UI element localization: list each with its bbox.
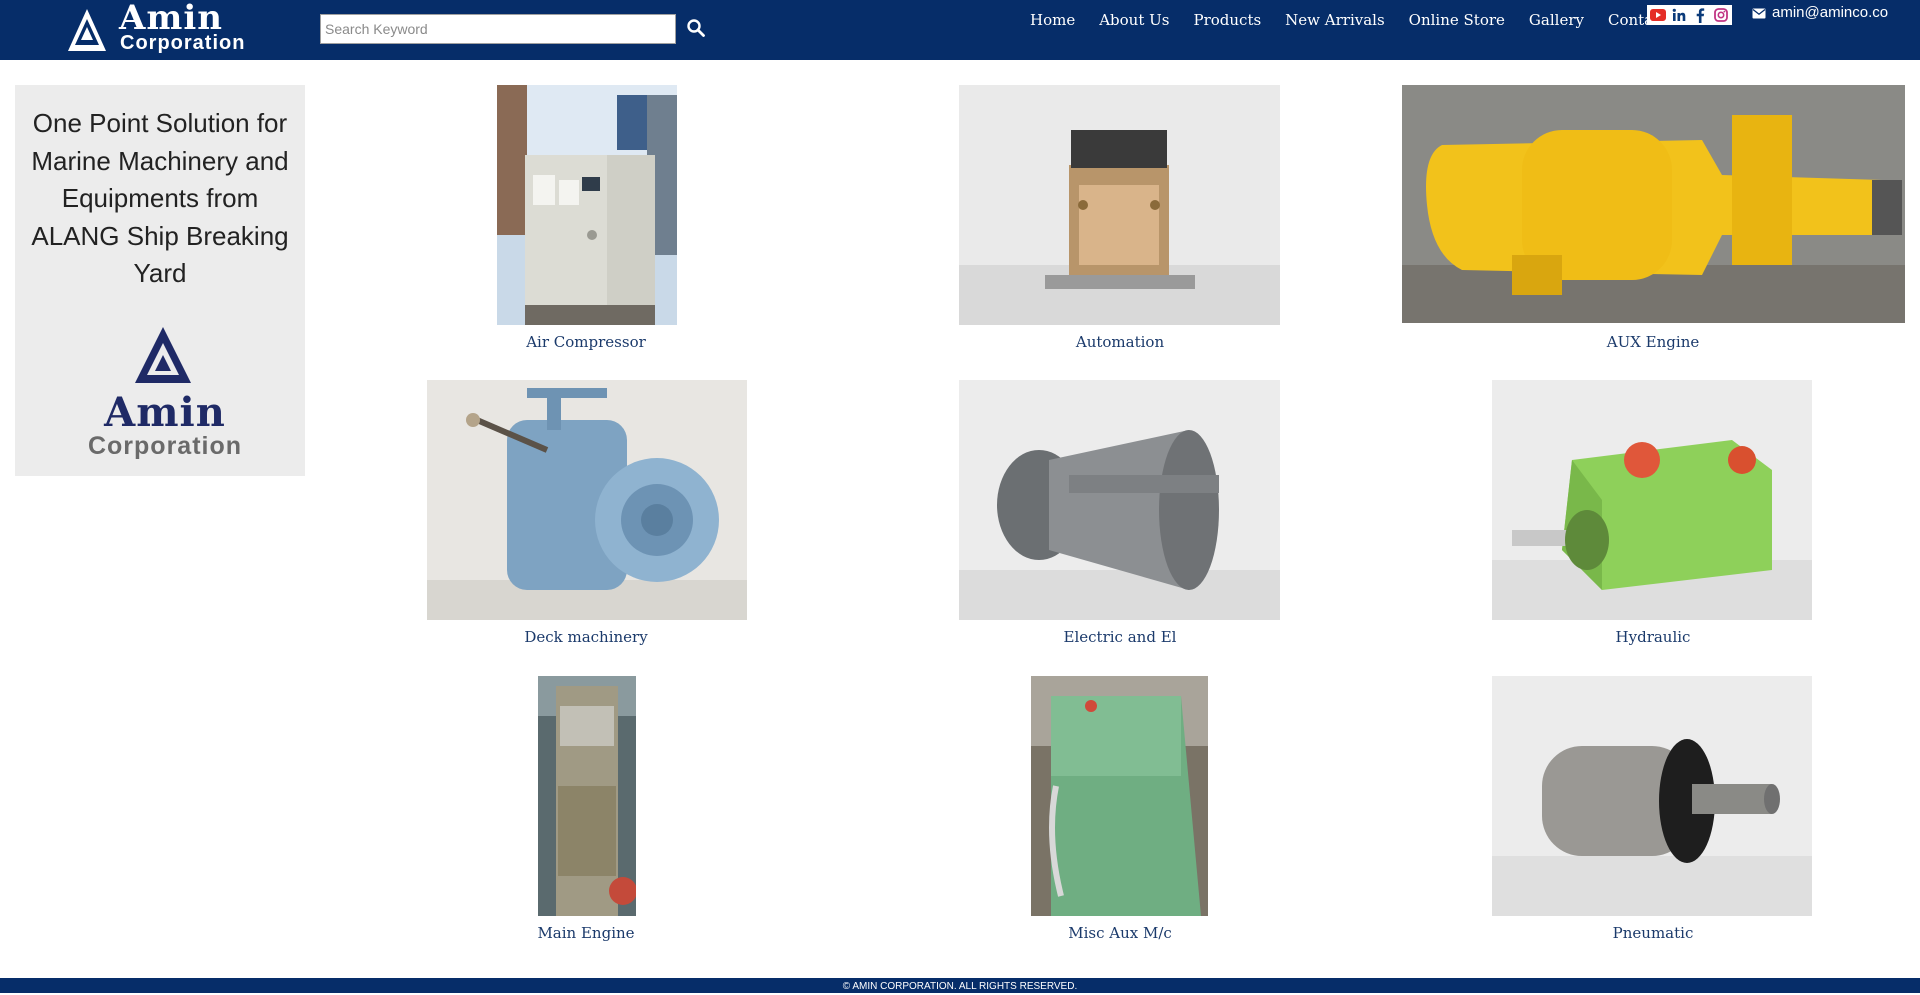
- product-card-main-engine[interactable]: Main Engine: [425, 676, 747, 946]
- site-footer: © AMIN CORPORATION. ALL RIGHTS RESERVED.: [0, 978, 1920, 993]
- logo-subtitle: Corporation: [120, 32, 246, 54]
- nav-about-us[interactable]: About Us: [1099, 10, 1169, 32]
- social-links: [1647, 5, 1732, 25]
- logo-triangle-icon: [135, 327, 191, 383]
- product-card-air-compressor[interactable]: Air Compressor: [425, 85, 747, 355]
- product-label[interactable]: Main Engine: [425, 924, 747, 942]
- search-input[interactable]: [320, 14, 676, 44]
- logo-triangle-icon: [68, 9, 106, 51]
- product-label[interactable]: Pneumatic: [1400, 924, 1906, 942]
- electric-image[interactable]: [959, 380, 1280, 620]
- youtube-icon[interactable]: [1649, 7, 1666, 23]
- facebook-icon[interactable]: [1692, 7, 1708, 23]
- product-card-hydraulic[interactable]: Hydraulic: [1400, 380, 1906, 650]
- envelope-icon: [1752, 8, 1766, 18]
- product-label[interactable]: Misc Aux M/c: [950, 924, 1290, 942]
- nav-online-store[interactable]: Online Store: [1409, 10, 1505, 32]
- pneumatic-image[interactable]: [1492, 676, 1812, 916]
- sidebar-tagline: One Point Solution for Marine Machinery …: [31, 108, 289, 288]
- aux-engine-image[interactable]: [1402, 85, 1905, 323]
- product-card-deck-machinery[interactable]: Deck machinery: [425, 380, 747, 650]
- product-label[interactable]: AUX Engine: [1400, 333, 1906, 351]
- product-label[interactable]: Electric and El: [950, 628, 1290, 646]
- main-nav: Home About Us Products New Arrivals Onli…: [1030, 10, 1717, 32]
- sidebar-logo-wordmark: Amin: [104, 389, 226, 436]
- misc-aux-image[interactable]: [1031, 676, 1208, 916]
- search-icon[interactable]: [686, 18, 706, 38]
- logo-wordmark: Amin: [119, 0, 223, 38]
- air-compressor-image[interactable]: [497, 85, 677, 325]
- product-label[interactable]: Automation: [950, 333, 1290, 351]
- instagram-icon[interactable]: [1713, 7, 1729, 23]
- product-label[interactable]: Hydraulic: [1400, 628, 1906, 646]
- site-logo[interactable]: Amin Corporation: [66, 1, 246, 55]
- product-card-misc-aux[interactable]: Misc Aux M/c: [950, 676, 1290, 946]
- deck-machinery-image[interactable]: [427, 380, 747, 620]
- automation-image[interactable]: [959, 85, 1280, 325]
- main-engine-image[interactable]: [538, 676, 636, 916]
- site-header: Amin Corporation Home About Us Products …: [0, 0, 1920, 60]
- nav-home[interactable]: Home: [1030, 10, 1075, 32]
- hydraulic-image[interactable]: [1492, 380, 1812, 620]
- nav-products[interactable]: Products: [1193, 10, 1261, 32]
- nav-gallery[interactable]: Gallery: [1529, 10, 1584, 32]
- sidebar-promo: One Point Solution for Marine Machinery …: [15, 85, 305, 476]
- email-address: amin@aminco.co: [1772, 4, 1889, 21]
- product-label[interactable]: Deck machinery: [425, 628, 747, 646]
- email-link[interactable]: amin@aminco.co: [1752, 4, 1888, 22]
- product-card-aux-engine[interactable]: AUX Engine: [1400, 85, 1906, 355]
- sidebar-logo: Amin Corporation: [85, 325, 245, 465]
- product-card-automation[interactable]: Automation: [950, 85, 1290, 355]
- copyright-text: © AMIN CORPORATION. ALL RIGHTS RESERVED.: [842, 981, 1078, 992]
- product-card-electric[interactable]: Electric and El: [950, 380, 1290, 650]
- nav-new-arrivals[interactable]: New Arrivals: [1285, 10, 1385, 32]
- sidebar-logo-subtitle: Corporation: [87, 432, 243, 460]
- product-label[interactable]: Air Compressor: [425, 333, 747, 351]
- product-card-pneumatic[interactable]: Pneumatic: [1400, 676, 1906, 946]
- linkedin-icon[interactable]: [1671, 7, 1687, 23]
